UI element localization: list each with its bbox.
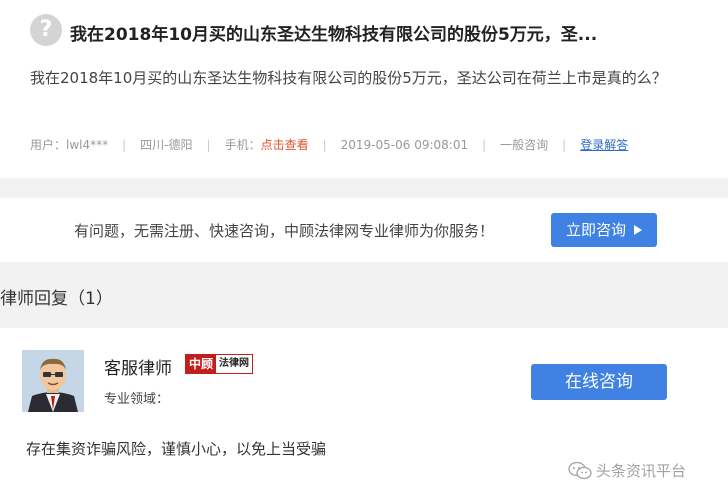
meta-divider: |	[322, 137, 327, 152]
play-triangle-icon	[634, 225, 642, 235]
logo-white-part: 法律网	[216, 355, 253, 373]
meta-location: 四川-德阳	[140, 138, 193, 152]
login-answer-link[interactable]: 登录解答	[580, 136, 628, 153]
reply-text: 存在集资诈骗风险，谨慎小心，以免上当受骗	[26, 440, 327, 458]
meta-divider: |	[562, 137, 567, 152]
zhonggu-logo: 中顾 法律网	[185, 354, 254, 374]
question-card: ? 我在2018年10月买的山东圣达生物科技有限公司的股份5万元，圣... 我在…	[0, 0, 728, 178]
reply-section-title: 律师回复（1）	[0, 289, 113, 309]
lawyer-name[interactable]: 客服律师	[104, 354, 172, 379]
watermark: 头条资讯平台	[568, 460, 686, 481]
view-phone-link[interactable]: 点击查看	[261, 136, 309, 153]
meta-user: 用户：lwl4***	[30, 138, 109, 152]
meta-phone-label: 手机：	[224, 138, 261, 152]
question-title[interactable]: 我在2018年10月买的山东圣达生物科技有限公司的股份5万元，圣...	[70, 20, 630, 45]
banner-text: 有问题，无需注册、快速咨询，中顾法律网专业律师为你服务！	[74, 222, 495, 240]
specialty-label: 专业领域：	[104, 392, 170, 407]
meta-datetime: 2019-05-06 09:08:01	[340, 137, 469, 152]
consult-now-button[interactable]: 立即咨询	[551, 213, 657, 247]
question-body: 我在2018年10月买的山东圣达生物科技有限公司的股份5万元，圣达公司在荷兰上市…	[30, 69, 667, 87]
meta-category: 一般咨询	[500, 138, 549, 152]
lawyer-avatar[interactable]	[22, 350, 84, 412]
question-meta: 用户：lwl4*** | 四川-德阳 | 手机： 点击查看 | 2019-05-…	[30, 136, 628, 153]
consult-banner: 有问题，无需注册、快速咨询，中顾法律网专业律师为你服务！ 立即咨询	[0, 198, 728, 262]
watermark-text: 头条资讯平台	[596, 462, 687, 480]
meta-divider: |	[122, 137, 127, 152]
wechat-icon	[568, 461, 592, 479]
online-consult-button[interactable]: 在线咨询	[531, 364, 667, 400]
meta-divider: |	[206, 137, 211, 152]
meta-divider: |	[482, 137, 487, 152]
question-mark-icon: ?	[30, 14, 62, 46]
logo-red-part: 中顾	[186, 355, 217, 373]
consult-now-label: 立即咨询	[566, 221, 627, 239]
